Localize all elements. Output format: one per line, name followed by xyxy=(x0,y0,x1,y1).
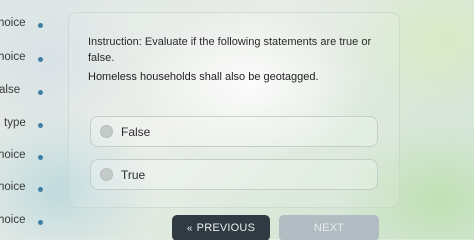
answer-option-false[interactable]: False xyxy=(90,116,378,147)
next-button-label: NEXT xyxy=(313,222,345,234)
step-status-dot xyxy=(38,187,43,192)
sidebar-step-3[interactable]: alse xyxy=(0,84,60,102)
question-statement: Homeless households shall also be geotag… xyxy=(88,71,319,83)
answer-option-label: True xyxy=(121,168,146,182)
sidebar-step-2[interactable]: hoice xyxy=(0,51,60,69)
sidebar-step-7[interactable]: hoice xyxy=(0,214,60,232)
sidebar-step-label: alse xyxy=(0,84,21,96)
sidebar-step-label: hoice xyxy=(0,17,26,29)
previous-button-label: PREVIOUS xyxy=(196,222,256,234)
instruction-text: Instruction: Evaluate if the following s… xyxy=(88,34,388,66)
sidebar-step-4[interactable]: type xyxy=(0,117,60,135)
radio-button[interactable] xyxy=(100,125,113,138)
next-button[interactable]: NEXT xyxy=(279,215,379,240)
step-sidebar: hoice hoice alse type hoice hoice hoice xyxy=(0,0,60,239)
double-chevron-left-icon: « xyxy=(186,222,193,234)
sidebar-step-label: hoice xyxy=(0,149,26,161)
radio-button[interactable] xyxy=(100,168,113,181)
previous-button[interactable]: « PREVIOUS xyxy=(172,215,270,240)
step-status-dot xyxy=(38,155,43,160)
sidebar-step-label: hoice xyxy=(0,51,26,63)
step-status-dot xyxy=(38,123,43,128)
sidebar-step-label: hoice xyxy=(0,214,26,226)
step-status-dot xyxy=(38,90,43,95)
answer-option-true[interactable]: True xyxy=(90,159,378,190)
step-status-dot xyxy=(38,23,43,28)
sidebar-step-label: type xyxy=(4,117,26,129)
step-status-dot xyxy=(38,220,43,225)
sidebar-step-label: hoice xyxy=(0,181,26,193)
step-status-dot xyxy=(38,57,43,62)
sidebar-step-1[interactable]: hoice xyxy=(0,17,60,35)
sidebar-step-5[interactable]: hoice xyxy=(0,149,60,167)
sidebar-step-6[interactable]: hoice xyxy=(0,181,60,199)
answer-option-label: False xyxy=(121,125,151,139)
instruction-label: Instruction: xyxy=(88,36,142,48)
